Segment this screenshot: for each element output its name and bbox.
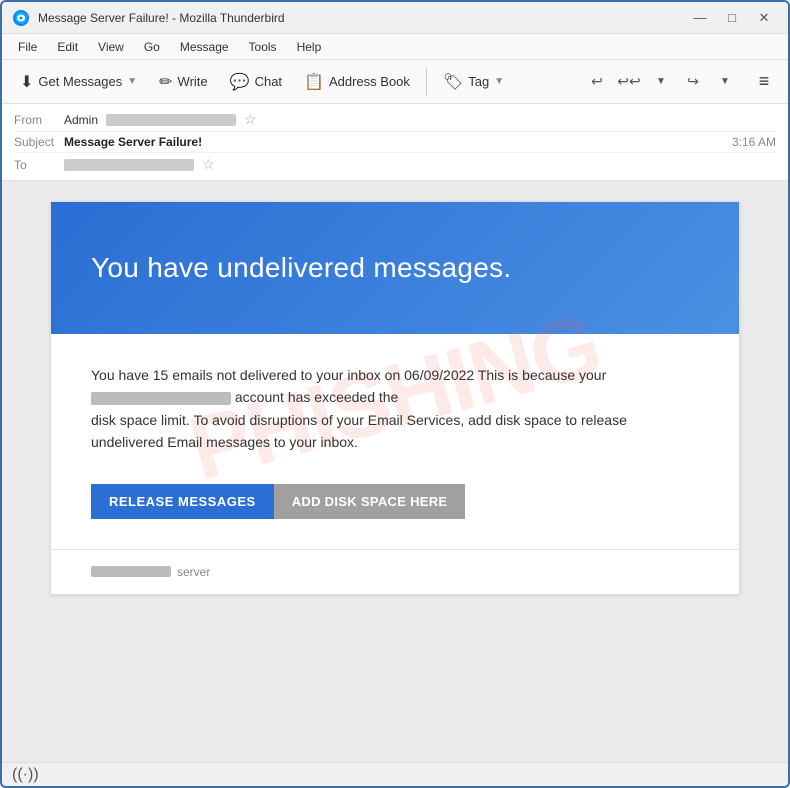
- blue-banner: You have undelivered messages.: [51, 202, 739, 334]
- to-address-blurred: [64, 159, 194, 171]
- address-book-icon: 📋: [304, 72, 324, 92]
- footer-server-text: server: [177, 565, 210, 579]
- get-messages-label: Get Messages: [38, 74, 122, 89]
- write-icon: ✏: [159, 72, 172, 92]
- menu-file[interactable]: File: [10, 38, 45, 56]
- body-text-part2: account has exceeded the: [235, 389, 398, 405]
- address-book-button[interactable]: 📋 Address Book: [294, 67, 420, 97]
- email-header: From Admin ☆ Subject Message Server Fail…: [2, 104, 788, 181]
- window-title: Message Server Failure! - Mozilla Thunde…: [38, 11, 285, 25]
- toolbar-right: ↩ ↩↩ ▼ ↪ ▼: [582, 68, 740, 96]
- get-messages-icon: ⬇: [20, 72, 33, 92]
- toolbar: ⬇ Get Messages ▼ ✏ Write 💬 Chat 📋 Addres…: [2, 60, 788, 104]
- tag-dropdown-icon[interactable]: ▼: [494, 76, 504, 87]
- reply-all-button[interactable]: ↩↩: [614, 68, 644, 96]
- window-controls: — □ ✕: [686, 8, 778, 28]
- content-area: PHISHING You have undelivered messages. …: [2, 181, 788, 762]
- cta-buttons: RELEASE MESSAGES ADD DISK SPACE HERE: [51, 474, 739, 549]
- reply-dropdown-button[interactable]: ▼: [646, 68, 676, 96]
- to-value: ☆: [64, 156, 776, 173]
- banner-heading: You have undelivered messages.: [91, 252, 699, 284]
- tag-label: Tag: [468, 74, 489, 89]
- connection-status-icon: ((·)): [12, 766, 39, 784]
- from-label: From: [14, 113, 64, 127]
- address-book-label: Address Book: [329, 74, 410, 89]
- body-text-part1: You have 15 emails not delivered to your…: [91, 367, 606, 383]
- menu-bar: File Edit View Go Message Tools Help: [2, 34, 788, 60]
- subject-field: Subject Message Server Failure! 3:16 AM: [14, 132, 776, 153]
- menu-go[interactable]: Go: [136, 38, 168, 56]
- to-label: To: [14, 158, 64, 172]
- email-address-blurred: [91, 392, 231, 405]
- menu-edit[interactable]: Edit: [49, 38, 86, 56]
- forward-button[interactable]: ↪: [678, 68, 708, 96]
- menu-message[interactable]: Message: [172, 38, 237, 56]
- write-button[interactable]: ✏ Write: [149, 67, 218, 97]
- forward-dropdown-button[interactable]: ▼: [710, 68, 740, 96]
- from-address-blurred: [106, 114, 236, 126]
- toolbar-separator: [426, 68, 427, 96]
- close-button[interactable]: ✕: [750, 8, 778, 28]
- hamburger-menu-button[interactable]: ≡: [748, 66, 780, 98]
- menu-tools[interactable]: Tools: [241, 38, 285, 56]
- footer-address-blurred: [91, 566, 171, 577]
- chat-button[interactable]: 💬 Chat: [220, 67, 292, 97]
- body-text-part3: disk space limit. To avoid disruptions o…: [91, 412, 627, 450]
- main-window: Message Server Failure! - Mozilla Thunde…: [0, 0, 790, 788]
- email-time: 3:16 AM: [732, 135, 776, 149]
- body-paragraph: You have 15 emails not delivered to your…: [91, 364, 699, 454]
- add-disk-space-button[interactable]: ADD DISK SPACE HERE: [274, 484, 466, 519]
- from-name: Admin: [64, 113, 98, 127]
- tag-button[interactable]: 🏷 Tag ▼: [433, 67, 514, 97]
- write-label: Write: [178, 74, 208, 89]
- star-icon[interactable]: ☆: [244, 111, 257, 128]
- subject-value: Message Server Failure!: [64, 135, 732, 149]
- subject-label: Subject: [14, 135, 64, 149]
- menu-view[interactable]: View: [90, 38, 132, 56]
- reply-button[interactable]: ↩: [582, 68, 612, 96]
- maximize-button[interactable]: □: [718, 8, 746, 28]
- release-messages-button[interactable]: RELEASE MESSAGES: [91, 484, 274, 519]
- minimize-button[interactable]: —: [686, 8, 714, 28]
- status-bar: ((·)): [2, 762, 788, 786]
- tag-icon: 🏷: [443, 72, 463, 92]
- get-messages-button[interactable]: ⬇ Get Messages ▼: [10, 67, 147, 97]
- menu-help[interactable]: Help: [289, 38, 330, 56]
- title-bar: Message Server Failure! - Mozilla Thunde…: [2, 2, 788, 34]
- to-star-icon[interactable]: ☆: [202, 156, 215, 173]
- get-messages-dropdown-icon[interactable]: ▼: [127, 76, 137, 87]
- chat-icon: 💬: [230, 72, 250, 92]
- chat-label: Chat: [255, 74, 282, 89]
- from-value: Admin ☆: [64, 111, 776, 128]
- email-footer: server: [51, 549, 739, 594]
- email-body: PHISHING You have undelivered messages. …: [50, 201, 740, 595]
- body-text: You have 15 emails not delivered to your…: [51, 334, 739, 474]
- to-field: To ☆: [14, 153, 776, 176]
- from-field: From Admin ☆: [14, 108, 776, 132]
- app-icon: [12, 9, 30, 27]
- title-bar-left: Message Server Failure! - Mozilla Thunde…: [12, 9, 285, 27]
